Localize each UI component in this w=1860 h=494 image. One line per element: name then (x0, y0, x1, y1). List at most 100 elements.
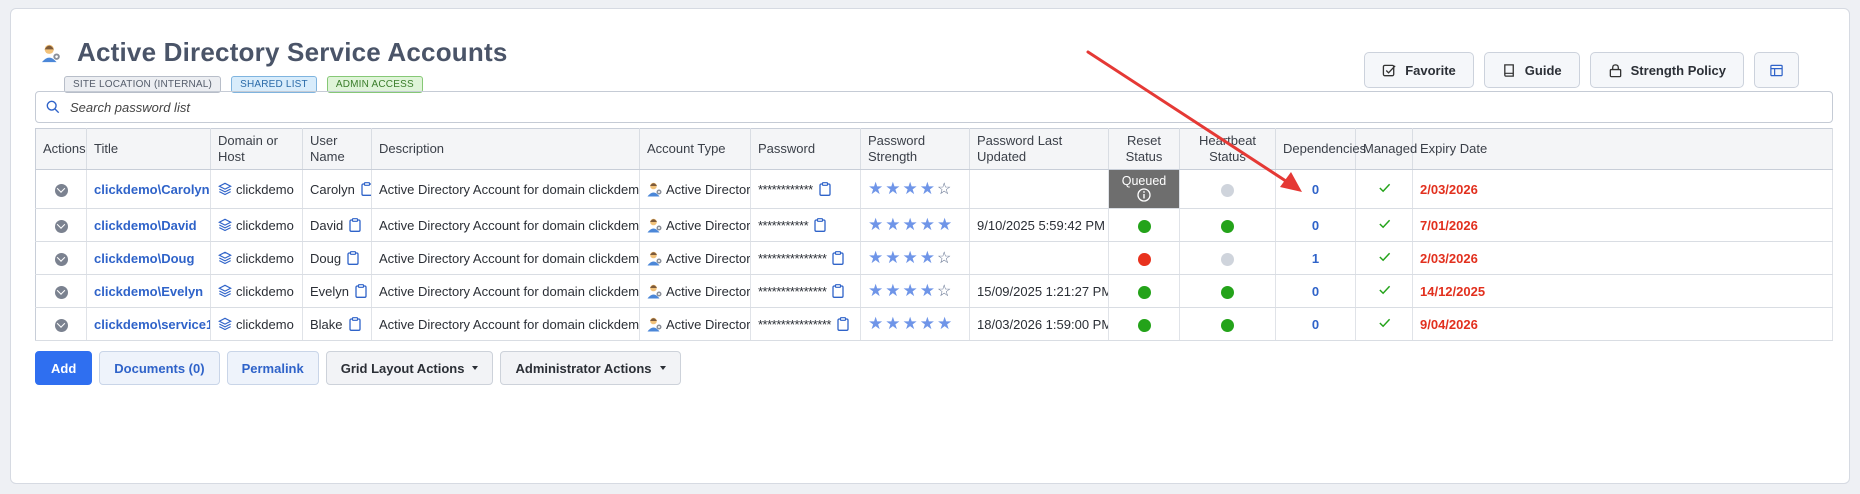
col-dependencies[interactable]: Dependencies (1275, 128, 1366, 170)
clipboard-icon[interactable] (355, 283, 367, 298)
description-cell: Active Directory Account for domain clic… (371, 169, 640, 209)
table-row[interactable]: clickdemo\David clickdemo David Active Dire… (35, 208, 1833, 242)
title-cell: clickdemo\Evelyn (86, 274, 211, 308)
heartbeat-cell (1179, 208, 1276, 242)
title-link[interactable]: clickdemo\service1 (94, 317, 210, 332)
title-link[interactable]: clickdemo\David (94, 218, 197, 233)
last-updated-text: 15/09/2025 1:21:27 PM (977, 283, 1109, 299)
table-row[interactable]: clickdemo\service1 clickdemo Blake Active D… (35, 307, 1833, 341)
clipboard-icon[interactable] (837, 316, 849, 331)
search-input[interactable] (68, 98, 1768, 116)
table-row[interactable]: clickdemo\Doug clickdemo Doug Active Direct… (35, 241, 1833, 275)
col-expiry[interactable]: Expiry Date (1412, 128, 1833, 170)
clipboard-icon[interactable] (832, 283, 845, 298)
strength-policy-button[interactable]: Strength Policy (1589, 52, 1744, 88)
star-filled-icon: ★ (902, 179, 920, 198)
domain-text: clickdemo (236, 316, 294, 332)
star-empty-icon: ☆ (937, 283, 954, 300)
domain-cell: clickdemo (210, 274, 303, 308)
search-icon (46, 100, 60, 114)
title-cell: clickdemo\Doug (86, 241, 211, 275)
managed-cell (1355, 307, 1413, 341)
guide-button[interactable]: Guide (1483, 52, 1580, 88)
chevron-down-icon[interactable] (54, 183, 68, 197)
star-filled-icon: ★ (885, 179, 903, 198)
layers-icon (218, 284, 232, 297)
book-icon (1503, 63, 1514, 77)
reset-status-dot (1137, 318, 1151, 332)
table-row[interactable]: clickdemo\Carolyn clickdemo Carolyn Active … (35, 169, 1833, 209)
strength-cell: ★★★★☆ (860, 169, 970, 209)
clipboard-icon[interactable] (832, 250, 845, 265)
username-cell: David (302, 208, 372, 242)
documents-button[interactable]: Documents (0) (99, 351, 220, 385)
description-text: Active Directory Account for domain clic… (379, 316, 640, 332)
expiry-date: 7/01/2026 (1420, 217, 1478, 233)
clipboard-icon[interactable] (361, 181, 372, 196)
dependencies-link[interactable]: 0 (1312, 182, 1319, 197)
clipboard-icon[interactable] (814, 217, 826, 232)
description-text: Active Directory Account for domain clic… (379, 250, 640, 266)
col-reset-status[interactable]: Reset Status (1108, 128, 1180, 170)
star-filled-icon: ★ (868, 215, 886, 234)
expiry-date: 2/03/2026 (1420, 250, 1478, 266)
col-description[interactable]: Description (371, 128, 640, 170)
chevron-down-icon[interactable] (54, 252, 68, 266)
title-link[interactable]: clickdemo\Evelyn (94, 284, 203, 299)
clipboard-icon[interactable] (348, 316, 361, 331)
check-icon (1378, 183, 1390, 193)
administrator-actions-button[interactable]: Administrator Actions (500, 351, 681, 385)
clipboard-icon[interactable] (347, 250, 359, 265)
heartbeat-dot (1221, 318, 1234, 332)
col-managed[interactable]: Managed (1355, 128, 1417, 170)
layers-icon (218, 218, 232, 231)
title-link[interactable]: clickdemo\Doug (94, 251, 194, 266)
chevron-down-icon[interactable] (54, 219, 68, 233)
star-filled-icon: ★ (885, 314, 903, 333)
title-link[interactable]: clickdemo\Carolyn (94, 182, 210, 197)
col-last-updated[interactable]: Password Last Updated (969, 128, 1109, 170)
dependencies-link[interactable]: 1 (1312, 251, 1319, 266)
col-account-type[interactable]: Account Type (639, 128, 751, 170)
last-updated-text: 18/03/2026 1:59:00 PM (977, 316, 1109, 332)
dependencies-link[interactable]: 0 (1312, 284, 1319, 299)
dependencies-cell: 1 (1275, 241, 1356, 275)
col-title[interactable]: Title (86, 128, 211, 170)
domain-cell: clickdemo (210, 307, 303, 341)
check-icon (1378, 318, 1390, 328)
chevron-down-icon[interactable] (54, 285, 68, 299)
password-mask: *************** (758, 250, 827, 266)
clipboard-icon[interactable] (349, 217, 361, 232)
heartbeat-cell (1179, 307, 1276, 341)
dependencies-link[interactable]: 0 (1312, 317, 1319, 332)
managed-cell (1355, 241, 1413, 275)
col-password[interactable]: Password (750, 128, 861, 170)
chevron-down-icon[interactable] (54, 318, 68, 332)
col-domain[interactable]: Domain or Host (210, 128, 303, 170)
strength-policy-label: Strength Policy (1630, 62, 1726, 78)
star-filled-icon: ★ (937, 215, 955, 234)
clipboard-icon[interactable] (819, 181, 831, 196)
account-type-text: Active Directory (666, 251, 751, 266)
info-icon[interactable] (1137, 187, 1151, 202)
favorite-button[interactable]: Favorite (1364, 52, 1474, 88)
col-actions[interactable]: Actions (35, 128, 87, 170)
description-cell: Active Directory Account for domain clic… (371, 208, 640, 242)
reset-status-cell[interactable]: Queued (1108, 169, 1180, 209)
col-password-strength[interactable]: Password Strength (860, 128, 970, 170)
permalink-button[interactable]: Permalink (226, 351, 319, 385)
star-filled-icon: ★ (902, 248, 920, 267)
layout-toggle-button[interactable] (1754, 52, 1799, 88)
reset-status-text: Queued (1121, 173, 1167, 188)
password-cell: *************** (750, 241, 861, 275)
managed-cell (1355, 208, 1413, 242)
dependencies-link[interactable]: 0 (1312, 218, 1319, 233)
strength-stars: ★★★★☆ (868, 248, 953, 267)
last-updated-cell: 15/09/2025 1:21:27 PM (969, 274, 1109, 308)
table-row[interactable]: clickdemo\Evelyn clickdemo Evelyn Active Di… (35, 274, 1833, 308)
grid-layout-actions-button[interactable]: Grid Layout Actions (325, 351, 494, 385)
add-button[interactable]: Add (35, 351, 93, 385)
col-username[interactable]: User Name (302, 128, 372, 170)
col-heartbeat-status[interactable]: Heartbeat Status (1179, 128, 1276, 170)
layout-icon (1770, 64, 1783, 76)
